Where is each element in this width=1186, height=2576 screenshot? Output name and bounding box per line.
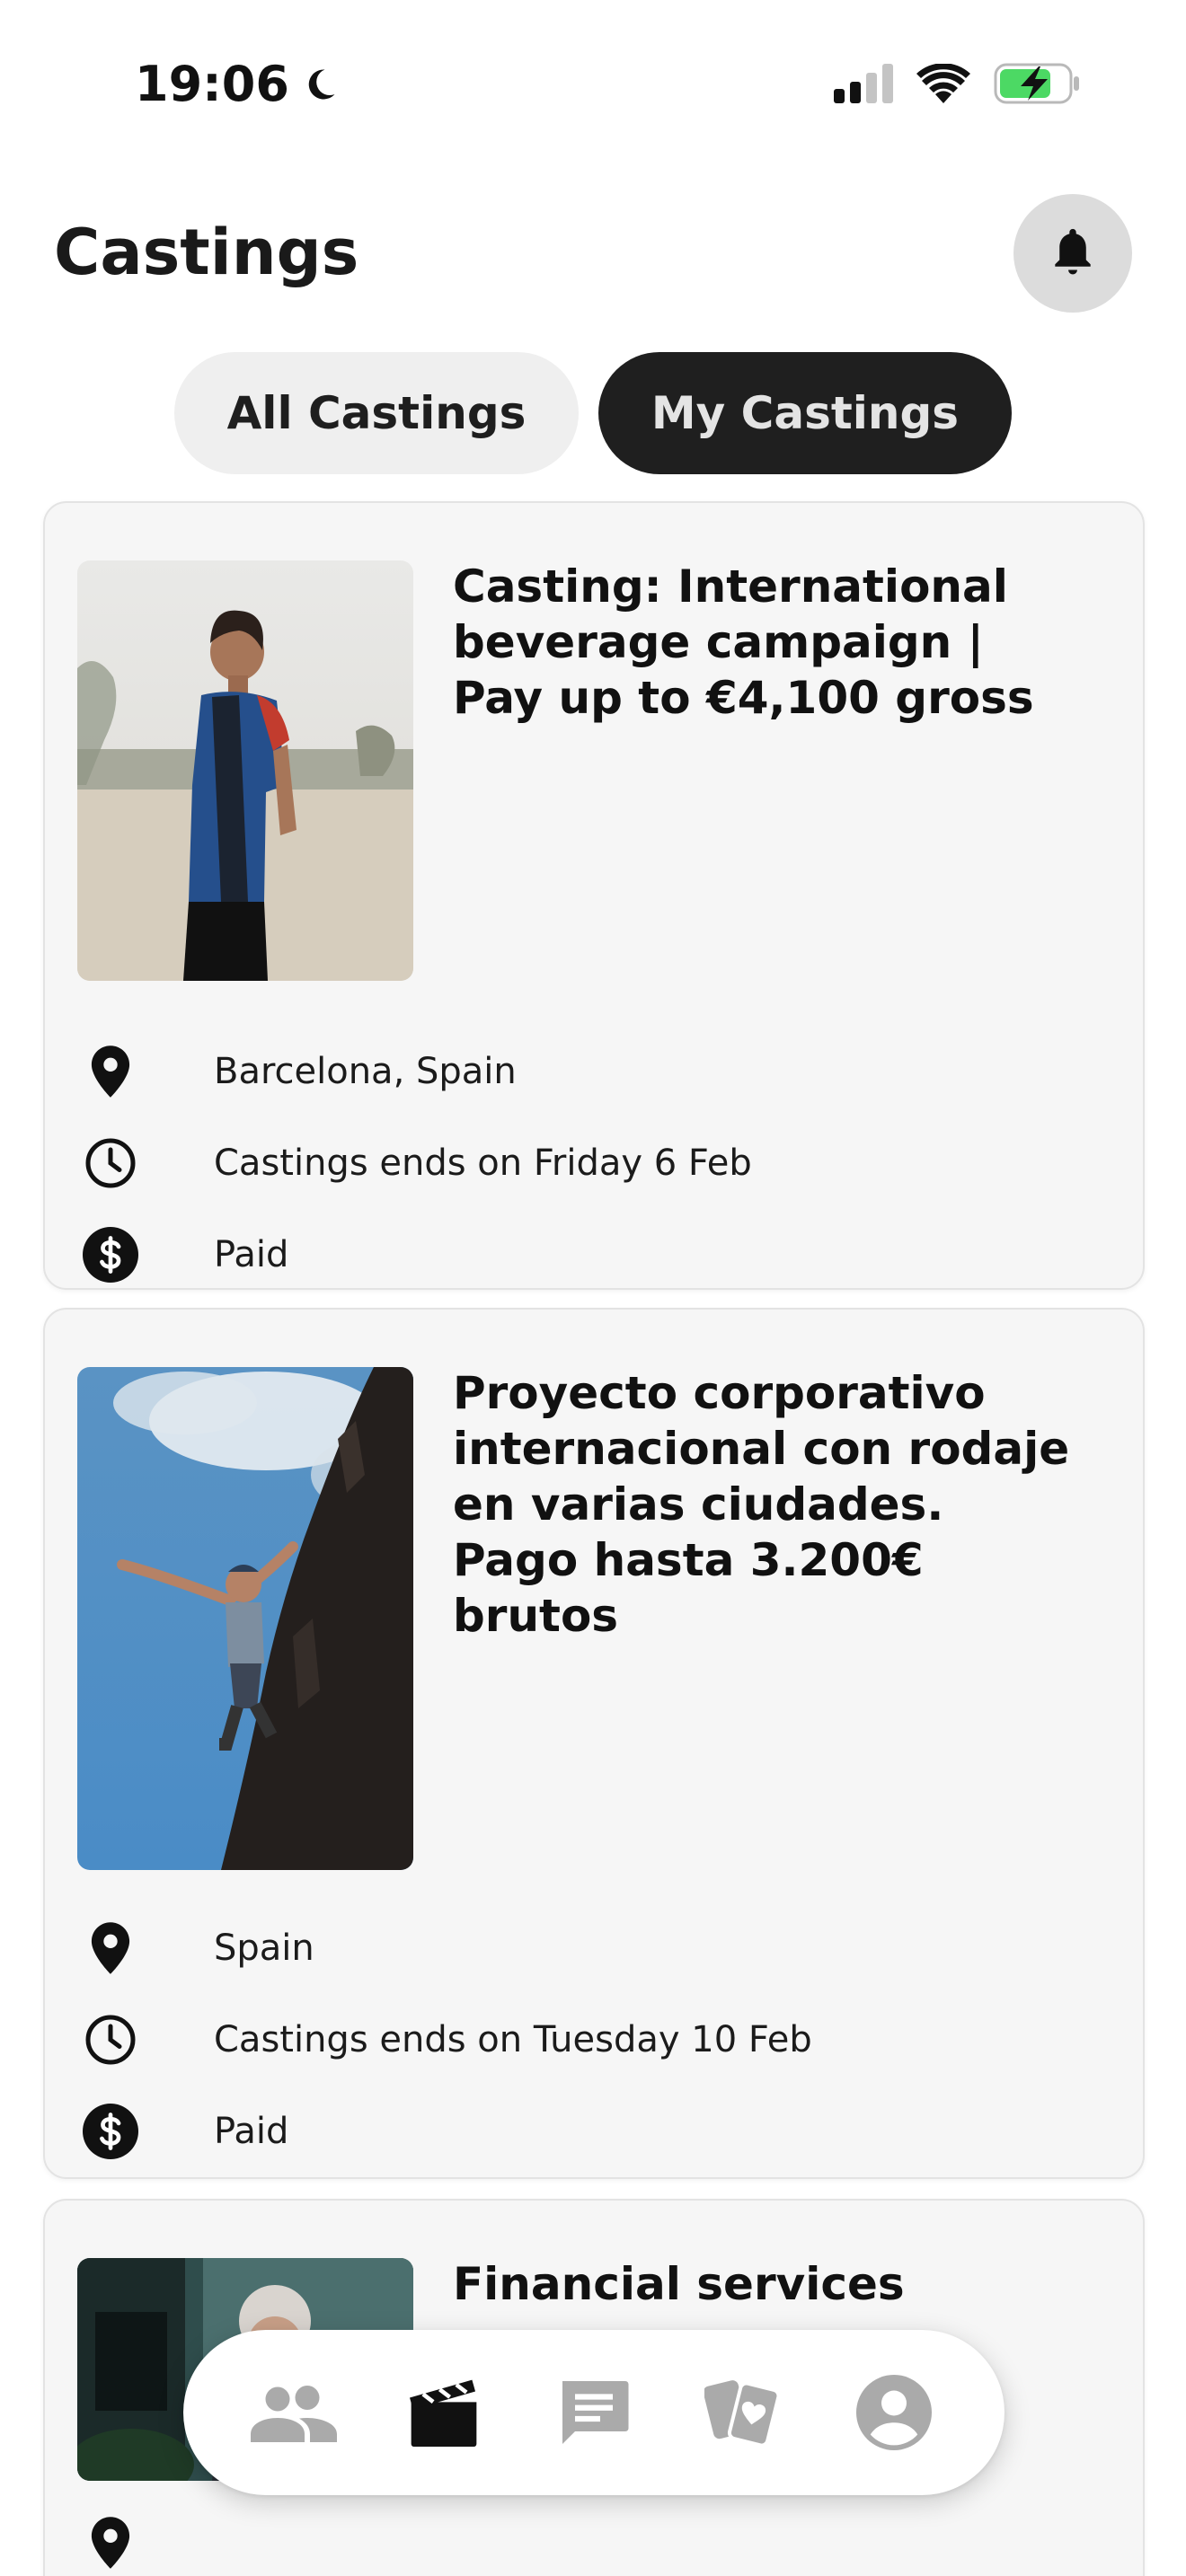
location-pin-icon [91,1045,130,1098]
cellular-signal-icon [834,64,893,103]
bell-icon [1055,228,1091,275]
location-pin-icon [91,2517,130,2569]
dollar-icon [83,2104,138,2159]
status-indicators [834,63,1080,104]
battery-charging-icon [994,63,1079,104]
nav-profile[interactable] [840,2359,948,2466]
payment-text: Paid [214,2111,289,2152]
location-row: Barcelona, Spain [79,1040,517,1103]
nav-people[interactable] [240,2359,348,2466]
status-time: 19:06 [135,56,340,112]
app-screen: 19:06 Castings All Castings My Castings … [0,0,1186,2576]
clock-icon [85,1138,136,1188]
casting-card[interactable]: Proyecto corporativo internacional con r… [43,1308,1145,2179]
casting-photo [77,1367,413,1870]
cards-icon [704,2380,781,2448]
deadline-row: Castings ends on Friday 6 Feb [79,1132,752,1195]
tab-all-castings[interactable]: All Castings [174,352,579,474]
moon-icon [308,68,335,99]
profile-icon [855,2375,932,2450]
notifications-button[interactable] [1013,194,1132,313]
nav-castings[interactable] [390,2359,498,2466]
tab-my-castings[interactable]: My Castings [598,352,1012,474]
casting-title: Financial services [453,2258,905,2310]
location-text: Spain [214,1928,314,1969]
chat-icon [562,2381,629,2444]
nav-cards[interactable] [690,2359,798,2466]
nav-messages[interactable] [540,2359,648,2466]
location-row [79,2511,142,2574]
dollar-icon [83,1227,138,1283]
payment-row: Paid [79,2100,288,2163]
deadline-text: Castings ends on Tuesday 10 Feb [214,2019,812,2060]
people-icon [251,2386,338,2442]
casting-card[interactable]: Casting: International beverage campaign… [43,501,1145,1290]
clapperboard-icon [410,2379,477,2447]
casting-photo [77,560,413,981]
deadline-row: Castings ends on Tuesday 10 Feb [79,2008,812,2071]
payment-text: Paid [214,1234,289,1275]
location-text: Barcelona, Spain [214,1051,517,1092]
payment-row: Paid [79,1223,288,1286]
deadline-text: Castings ends on Friday 6 Feb [214,1142,752,1184]
casting-title: Casting: International beverage campaign… [453,560,1034,724]
page-title: Castings [54,216,359,289]
status-time-text: 19:06 [135,56,289,112]
location-pin-icon [91,1922,130,1974]
casting-title: Proyecto corporativo internacional con r… [453,1367,1070,1642]
wifi-icon [916,64,970,103]
clock-icon [85,2015,136,2065]
bottom-navigation [183,2330,1005,2495]
location-row: Spain [79,1917,314,1980]
